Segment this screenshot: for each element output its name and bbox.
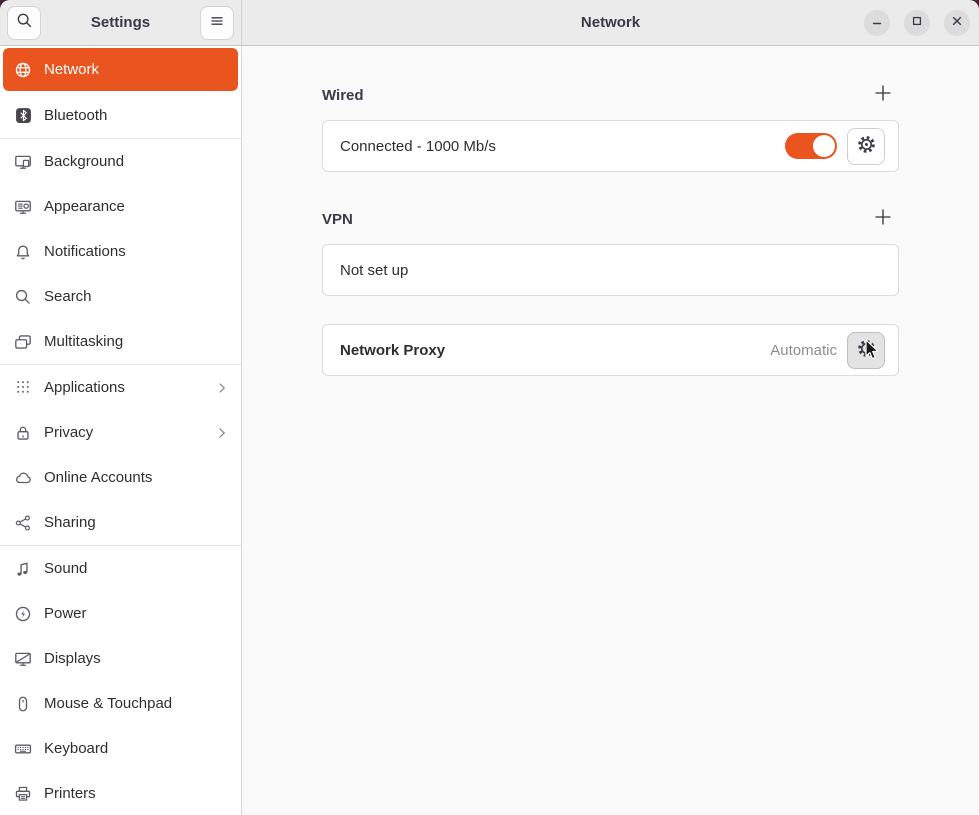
multitasking-icon	[14, 333, 32, 351]
sidebar-item-label: Sound	[44, 560, 87, 577]
minimize-icon	[869, 13, 885, 34]
sidebar-item-power[interactable]: Power	[0, 591, 241, 636]
sidebar: Network Bluetooth Background Appearance Noti…	[0, 46, 242, 815]
sidebar-item-label: Keyboard	[44, 740, 108, 757]
sidebar-item-label: Displays	[44, 650, 101, 667]
sidebar-item-label: Network	[44, 61, 99, 78]
sidebar-item-appearance[interactable]: Appearance	[0, 184, 241, 229]
sidebar-item-notifications[interactable]: Notifications	[0, 229, 241, 274]
lock-icon	[14, 424, 32, 442]
globe-icon	[14, 61, 32, 79]
sidebar-header: Settings	[0, 0, 242, 45]
sidebar-item-label: Power	[44, 605, 87, 622]
sidebar-item-label: Background	[44, 153, 124, 170]
cloud-icon	[14, 469, 32, 487]
printer-icon	[14, 785, 32, 803]
bell-icon	[14, 243, 32, 261]
sidebar-item-search[interactable]: Search	[0, 274, 241, 319]
add-vpn-button[interactable]	[872, 208, 894, 230]
sidebar-item-keyboard[interactable]: Keyboard	[0, 726, 241, 771]
sidebar-item-sharing[interactable]: Sharing	[0, 500, 241, 545]
power-icon	[14, 605, 32, 623]
sidebar-item-privacy[interactable]: Privacy	[0, 410, 241, 455]
sidebar-item-displays[interactable]: Displays	[0, 636, 241, 681]
close-icon	[949, 13, 965, 34]
sound-icon	[14, 560, 32, 578]
main-header: Network	[242, 0, 979, 45]
proxy-title: Network Proxy	[340, 342, 445, 359]
sidebar-item-multitasking[interactable]: Multitasking	[0, 319, 241, 364]
wired-toggle[interactable]	[785, 133, 837, 159]
vpn-status-label: Not set up	[340, 262, 408, 279]
network-proxy-row[interactable]: Network Proxy Automatic	[322, 324, 899, 376]
vpn-status-row: Not set up	[322, 244, 899, 296]
appearance-icon	[14, 198, 32, 216]
sidebar-item-printers[interactable]: Printers	[0, 771, 241, 815]
vpn-section-header: VPN	[322, 210, 899, 228]
keyboard-icon	[14, 740, 32, 758]
sidebar-item-applications[interactable]: Applications	[0, 365, 241, 410]
share-icon	[14, 514, 32, 532]
mouse-icon	[14, 695, 32, 713]
maximize-button[interactable]	[904, 10, 930, 36]
displays-icon	[14, 650, 32, 668]
sidebar-item-online-accounts[interactable]: Online Accounts	[0, 455, 241, 500]
proxy-settings-button[interactable]	[847, 332, 885, 369]
vpn-section-title: VPN	[322, 211, 353, 228]
add-wired-connection-button[interactable]	[872, 84, 894, 106]
background-icon	[14, 153, 32, 171]
hamburger-menu-icon	[209, 13, 225, 34]
search-icon	[14, 288, 32, 306]
apps-icon	[14, 379, 32, 397]
sidebar-item-label: Sharing	[44, 514, 96, 531]
search-button[interactable]	[7, 6, 41, 40]
sidebar-item-label: Notifications	[44, 243, 126, 260]
sidebar-item-sound[interactable]: Sound	[0, 546, 241, 591]
sidebar-item-bluetooth[interactable]: Bluetooth	[0, 93, 241, 138]
gear-icon	[856, 134, 877, 159]
sidebar-title: Settings	[91, 14, 150, 31]
sidebar-item-mouse-touchpad[interactable]: Mouse & Touchpad	[0, 681, 241, 726]
minimize-button[interactable]	[864, 10, 890, 36]
plus-icon	[874, 84, 892, 106]
gear-icon	[856, 338, 877, 363]
primary-menu-button[interactable]	[200, 6, 234, 40]
network-panel: Wired Connected - 1000 Mb/s	[242, 46, 979, 815]
wired-section-header: Wired	[322, 86, 899, 104]
sidebar-item-network[interactable]: Network	[3, 48, 238, 91]
page-title: Network	[581, 14, 640, 31]
toggle-knob	[813, 135, 835, 157]
titlebar: Settings Network	[0, 0, 979, 46]
wired-status-label: Connected - 1000 Mb/s	[340, 138, 496, 155]
wired-settings-button[interactable]	[847, 128, 885, 165]
close-button[interactable]	[944, 10, 970, 36]
bluetooth-icon	[14, 107, 32, 125]
sidebar-item-background[interactable]: Background	[0, 139, 241, 184]
sidebar-item-label: Mouse & Touchpad	[44, 695, 172, 712]
sidebar-item-label: Privacy	[44, 424, 93, 441]
proxy-value: Automatic	[770, 342, 837, 359]
settings-window: Settings Network	[0, 0, 979, 815]
wired-connection-row[interactable]: Connected - 1000 Mb/s	[322, 120, 899, 172]
sidebar-item-label: Multitasking	[44, 333, 123, 350]
sidebar-list: Network Bluetooth Background Appearance Noti…	[0, 48, 241, 815]
sidebar-item-label: Bluetooth	[44, 107, 107, 124]
chevron-right-icon	[215, 381, 229, 395]
plus-icon	[874, 208, 892, 230]
maximize-icon	[909, 13, 925, 34]
sidebar-item-label: Applications	[44, 379, 125, 396]
sidebar-item-label: Printers	[44, 785, 96, 802]
search-icon	[16, 12, 33, 34]
chevron-right-icon	[215, 426, 229, 440]
sidebar-item-label: Search	[44, 288, 92, 305]
sidebar-item-label: Online Accounts	[44, 469, 152, 486]
wired-section-title: Wired	[322, 87, 364, 104]
sidebar-item-label: Appearance	[44, 198, 125, 215]
